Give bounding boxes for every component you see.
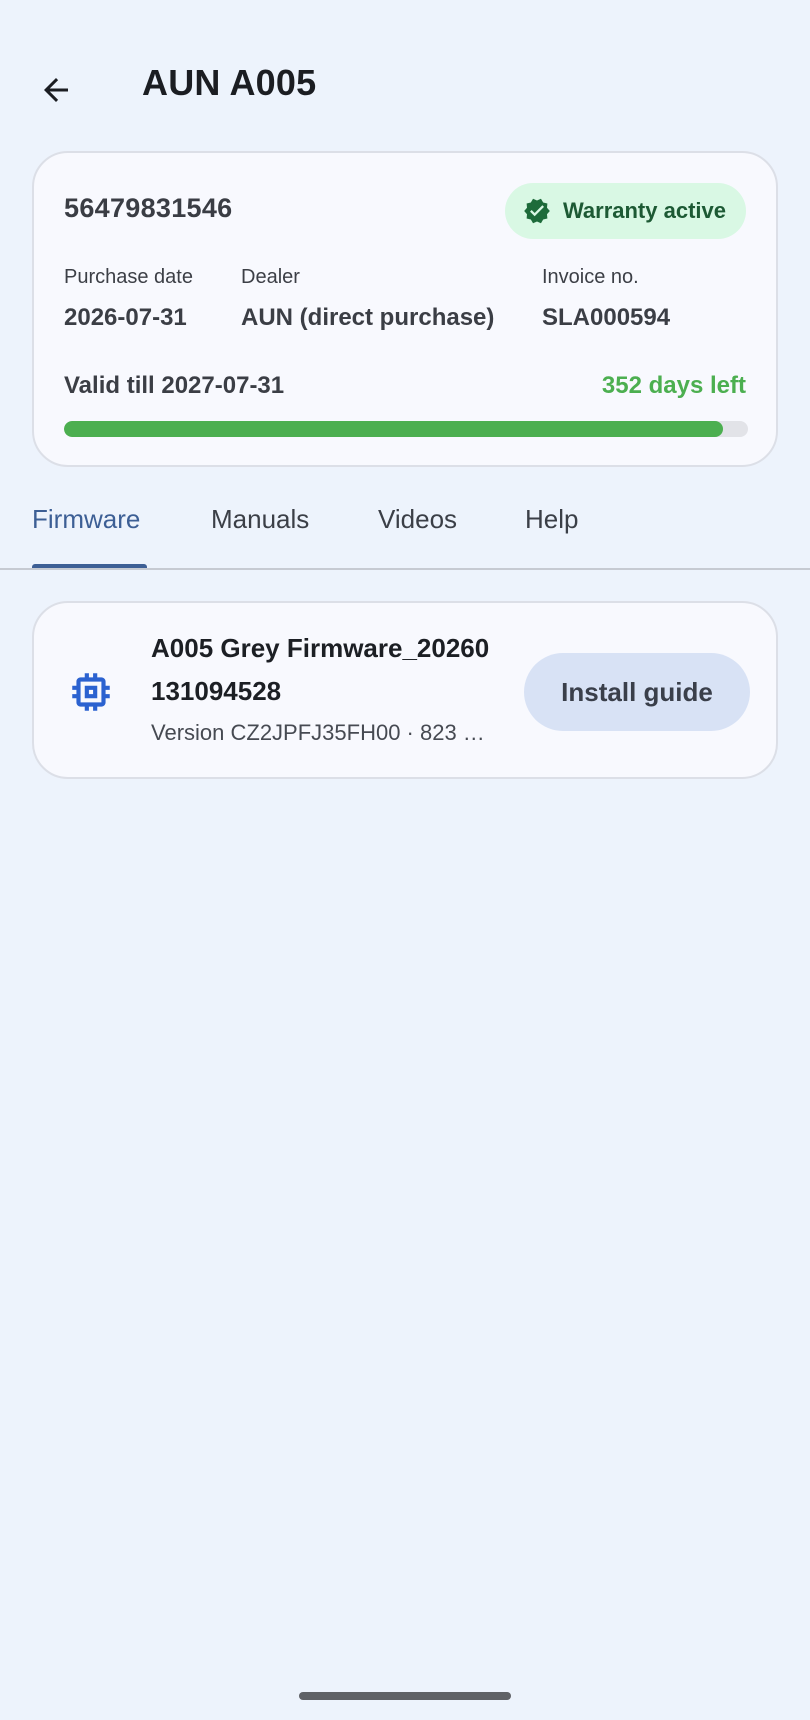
- tab-bar: Firmware Manuals Videos Help: [0, 490, 810, 570]
- install-guide-button[interactable]: Install guide: [524, 653, 750, 731]
- valid-till-text: Valid till 2027-07-31: [64, 372, 285, 399]
- warranty-status-badge: Warranty active: [504, 183, 746, 239]
- gesture-home-indicator[interactable]: [299, 1692, 511, 1700]
- days-left-text: 352 days left: [601, 372, 746, 399]
- invoice-label: Invoice no.: [542, 266, 639, 288]
- dealer-value: AUN (direct purchase): [241, 304, 495, 331]
- serial-number: 56479831546: [64, 193, 233, 223]
- tab-firmware[interactable]: Firmware: [32, 504, 140, 535]
- tab-help[interactable]: Help: [525, 504, 578, 535]
- firmware-version-text: Version CZ2JPFJ35FH00 · 823 …: [151, 720, 485, 745]
- purchase-date-value: 2026-07-31: [64, 304, 187, 331]
- warranty-status-label: Warranty active: [562, 198, 726, 223]
- top-app-bar: AUN A005: [0, 0, 810, 175]
- firmware-list-item[interactable]: A005 Grey Firmware_20260131094528 Versio…: [32, 601, 778, 779]
- tab-videos[interactable]: Videos: [378, 504, 457, 535]
- tab-manuals[interactable]: Manuals: [211, 504, 309, 535]
- purchase-date-label: Purchase date: [64, 266, 193, 288]
- firmware-title: A005 Grey Firmware_20260131094528: [151, 633, 490, 706]
- tabs-divider: [0, 568, 810, 570]
- verified-check-icon: [524, 198, 550, 224]
- warranty-progress-fill: [64, 421, 724, 437]
- invoice-value: SLA000594: [542, 304, 671, 331]
- warranty-progress-bar: [64, 421, 748, 437]
- warranty-card: 56479831546 Warranty active Purchase dat…: [32, 151, 778, 467]
- dealer-label: Dealer: [241, 266, 300, 288]
- arrow-back-icon: [44, 78, 68, 102]
- back-button[interactable]: [26, 60, 86, 120]
- page-title: AUN A005: [142, 62, 317, 103]
- app-screen: AUN A005 56479831546 Warranty active Pur…: [0, 0, 810, 1720]
- chip-icon: [72, 673, 110, 711]
